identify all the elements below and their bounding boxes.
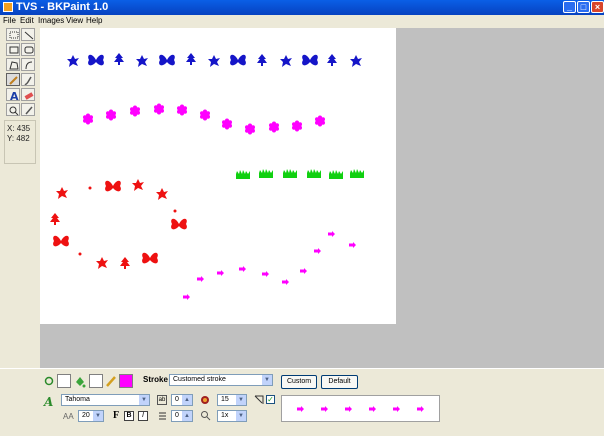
maximize-button[interactable]: □ [577,1,590,13]
menu-help[interactable]: Help [86,16,102,25]
secondary-color-swatch[interactable] [89,374,103,388]
chevron-down-icon: ▼ [139,395,149,405]
italic-button[interactable]: I [138,411,148,421]
line-spacing-icon [157,411,167,421]
text-tool[interactable]: A [6,88,20,102]
coordinates-panel: X: 435 Y: 482 [4,120,36,164]
line-spacing-spinner[interactable]: 0 ▲ [171,410,193,422]
spacing-value: 0 [175,396,179,403]
brush-size-select[interactable]: 15 ▼ [217,394,247,406]
menu-view[interactable]: View [66,16,83,25]
menu-images[interactable]: Images [38,16,64,25]
custom-button[interactable]: Custom [281,375,317,389]
brush-size-icon [200,395,211,406]
font-size-icon: AA [63,412,74,421]
line-tool[interactable] [21,28,35,41]
stroke-label: Stroke [143,375,168,384]
spinner-arrows-icon: ▲ [182,395,192,405]
brush-tool[interactable] [21,73,35,86]
chevron-down-icon: ▼ [236,411,246,421]
eraser-tool[interactable] [21,88,35,101]
stroke-select[interactable]: Customed stroke ▼ [169,374,273,386]
x-coordinate: X: 435 [7,124,31,133]
font-family-value: Tahoma [65,396,90,403]
bottom-panel: Stroke Customed stroke ▼ Custom Default … [0,368,604,436]
spinner-arrows-icon: ▲ [182,411,192,421]
svg-text:A: A [43,395,53,407]
menu-file[interactable]: File [3,16,16,25]
drawing-canvas[interactable] [40,28,396,324]
stroke-preview [281,395,440,422]
font-size-select[interactable]: 20 ▼ [78,410,104,422]
rectangle-tool[interactable] [6,43,20,56]
curve-tool[interactable] [21,58,35,71]
spacing-spinner[interactable]: 0 ▲ [171,394,193,406]
spacing-icon: ab [157,395,167,405]
stroke-select-value: Customed stroke [173,376,226,383]
direction-checkbox[interactable]: ✓ [266,395,275,404]
color-picker-tool[interactable] [21,103,35,116]
app-icon [3,2,13,12]
menu-edit[interactable]: Edit [20,16,34,25]
font-icon-f: F [113,410,120,421]
title-bar: TVS - BKPaint 1.0 _ □ × [0,0,604,15]
zoom-value: 1x [221,412,229,419]
y-coordinate: Y: 482 [7,134,30,143]
fill-bucket-icon[interactable] [73,373,87,389]
brush-size-value: 15 [221,396,229,403]
svg-text:A: A [10,90,19,102]
background-color-swatch[interactable] [57,374,71,388]
direction-icon[interactable] [254,395,264,405]
chevron-down-icon: ▼ [262,375,272,385]
line-spacing-value: 0 [175,412,179,419]
bold-button[interactable]: B [124,411,134,421]
close-button[interactable]: × [591,1,604,13]
default-button[interactable]: Default [321,375,358,389]
menu-bar: File Edit Images View Help [0,15,604,27]
primary-color-swatch[interactable] [119,374,133,388]
rounded-rect-tool[interactable] [21,43,35,56]
font-icon: A [43,395,55,409]
minimize-button[interactable]: _ [563,1,576,13]
polygon-tool[interactable] [6,58,20,71]
rect-select-tool[interactable] [6,28,20,41]
zoom-select[interactable]: 1x ▼ [217,410,247,422]
zoom-icon [200,410,211,421]
recycle-icon[interactable] [44,376,54,386]
pencil-tool[interactable] [6,73,20,86]
zoom-tool[interactable] [6,103,20,116]
chevron-down-icon: ▼ [93,411,103,421]
pencil-color-icon[interactable] [104,374,118,388]
canvas-drawing [50,53,364,300]
chevron-down-icon: ▼ [236,395,246,405]
font-family-select[interactable]: Tahoma ▼ [61,394,150,406]
window-title: TVS - BKPaint 1.0 [16,1,109,13]
font-size-value: 20 [82,412,90,419]
